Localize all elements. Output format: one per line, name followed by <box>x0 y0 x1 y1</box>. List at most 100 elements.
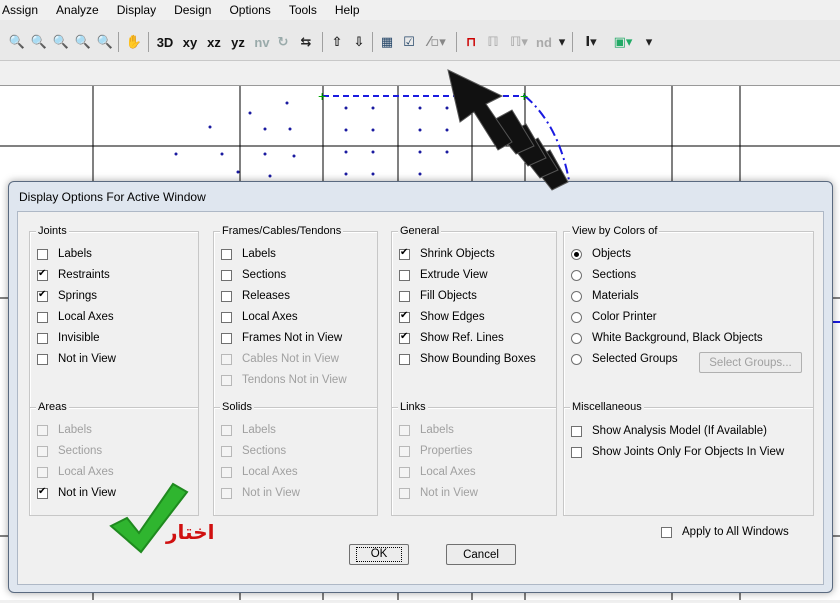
zoom-window-icon[interactable]: 🔍 <box>8 33 26 51</box>
menu-help[interactable]: Help <box>326 0 369 20</box>
general-option-2[interactable]: Fill Objects <box>399 290 477 302</box>
zoom-previous-icon[interactable]: 🔍 <box>30 33 48 51</box>
apply-all-box[interactable] <box>661 526 672 538</box>
menu-tools[interactable]: Tools <box>280 0 326 20</box>
view_by_colors-option-0[interactable]: Objects <box>571 248 631 260</box>
checkbox[interactable] <box>37 268 48 281</box>
option-label: Materials <box>592 290 639 302</box>
perspective-toggle-icon[interactable]: ⇆ <box>296 33 316 51</box>
checkbox[interactable] <box>399 331 410 344</box>
checkbox[interactable] <box>399 310 410 323</box>
frames-option-1[interactable]: Sections <box>221 269 286 281</box>
nd-dropdown-icon[interactable]: ▾ <box>556 33 568 51</box>
view_by_colors-option-2[interactable]: Materials <box>571 290 639 302</box>
frames-option-0[interactable]: Labels <box>221 248 276 260</box>
radio-button[interactable] <box>571 290 582 302</box>
checkbox[interactable] <box>399 269 410 281</box>
radio-button[interactable] <box>571 332 582 344</box>
general-option-5[interactable]: Show Bounding Boxes <box>399 353 536 365</box>
view_by_colors-option-5[interactable]: Selected Groups <box>571 353 678 365</box>
draw-section-icon[interactable]: I▾ <box>578 33 604 51</box>
draw-frames-quick-icon[interactable]: ℿ <box>484 33 502 51</box>
menu-design[interactable]: Design <box>165 0 220 20</box>
checkbox[interactable] <box>571 425 582 437</box>
pan-hand-icon[interactable]: ✋ <box>124 33 144 51</box>
set-display-options-icon[interactable]: ☑ <box>400 33 418 51</box>
checkbox[interactable] <box>221 269 232 281</box>
misc-option-0[interactable]: Show Analysis Model (If Available) <box>571 425 767 437</box>
menu-options[interactable]: Options <box>220 0 279 20</box>
checkbox[interactable] <box>221 290 232 302</box>
joints-option-0[interactable]: Labels <box>37 248 92 260</box>
view_by_colors-option-4[interactable]: White Background, Black Objects <box>571 332 763 344</box>
option-label: Labels <box>58 424 92 436</box>
draw-nd-button[interactable]: nd <box>534 33 554 51</box>
joints-option-4[interactable]: Invisible <box>37 332 100 344</box>
menu-assign[interactable]: Assign <box>0 0 47 20</box>
option-label: Show Joints Only For Objects In View <box>592 446 785 458</box>
links-group-title: Links <box>398 400 428 414</box>
view-nv-button[interactable]: nv <box>252 33 272 51</box>
checkbox[interactable] <box>399 290 410 302</box>
radio-button[interactable] <box>571 269 582 281</box>
checkbox[interactable] <box>221 248 232 260</box>
solids-group-title: Solids <box>220 400 254 414</box>
select-groups-button[interactable]: Select Groups... <box>699 352 802 373</box>
menu-display[interactable]: Display <box>108 0 165 20</box>
view-yz-button[interactable]: yz <box>228 33 248 51</box>
cancel-button[interactable]: Cancel <box>446 544 516 565</box>
checkbox[interactable] <box>37 311 48 323</box>
misc-option-1[interactable]: Show Joints Only For Objects In View <box>571 446 784 458</box>
view_by_colors-option-1[interactable]: Sections <box>571 269 636 281</box>
draw-area-icon[interactable]: ▣▾ <box>608 33 638 51</box>
view-xy-button[interactable]: xy <box>180 33 200 51</box>
general-option-0[interactable]: Shrink Objects <box>399 247 495 260</box>
move-down-icon[interactable]: ⇩ <box>350 33 368 51</box>
draw-braces-icon[interactable]: ℿ▾ <box>506 33 532 51</box>
general-option-3[interactable]: Show Edges <box>399 310 485 323</box>
joints-option-2[interactable]: Springs <box>37 289 97 302</box>
checkbox[interactable] <box>221 311 232 323</box>
solids-option-2: Local Axes <box>221 466 298 478</box>
checkbox[interactable] <box>221 332 232 344</box>
object-shrink-icon[interactable]: ▦ <box>378 33 396 51</box>
joints-option-1[interactable]: Restraints <box>37 268 110 281</box>
joints-option-3[interactable]: Local Axes <box>37 311 114 323</box>
draw-frame-icon[interactable]: ⊓ <box>462 33 480 51</box>
checkbox[interactable] <box>399 353 410 365</box>
ok-button[interactable]: OK <box>349 544 409 565</box>
more-dropdown-icon[interactable]: ▾ <box>642 33 656 51</box>
checkbox[interactable] <box>37 332 48 344</box>
checkbox[interactable] <box>37 289 48 302</box>
radio-button[interactable] <box>571 311 582 323</box>
view-3d-button[interactable]: 3D <box>154 33 176 51</box>
joints-option-5[interactable]: Not in View <box>37 353 116 365</box>
zoom-in-icon[interactable]: 🔍 <box>74 33 92 51</box>
frames-option-2[interactable]: Releases <box>221 290 290 302</box>
checkbox[interactable] <box>37 486 48 499</box>
checkbox[interactable] <box>571 446 582 458</box>
apply-all-windows-checkbox[interactable]: Apply to All Windows <box>661 526 789 538</box>
rotate-view-icon[interactable]: ↻ <box>274 33 292 51</box>
view-xz-button[interactable]: xz <box>204 33 224 51</box>
option-label: Frames Not in View <box>242 332 343 344</box>
radio-button[interactable] <box>571 353 582 365</box>
menu-analyze[interactable]: Analyze <box>47 0 108 20</box>
solids-option-1: Sections <box>221 445 286 457</box>
radio-button[interactable] <box>571 248 582 260</box>
assign-to-view-icon[interactable]: ⁄▫▾ <box>424 33 450 51</box>
move-up-icon[interactable]: ⇧ <box>328 33 346 51</box>
general-option-4[interactable]: Show Ref. Lines <box>399 331 504 344</box>
general-option-1[interactable]: Extrude View <box>399 269 488 281</box>
zoom-out-icon[interactable]: 🔍 <box>96 33 114 51</box>
option-label: Local Axes <box>58 311 114 323</box>
checkbox[interactable] <box>37 248 48 260</box>
frames-option-3[interactable]: Local Axes <box>221 311 298 323</box>
zoom-default-icon[interactable]: 🔍 <box>52 33 70 51</box>
checkbox[interactable] <box>399 247 410 260</box>
checkbox <box>399 466 410 478</box>
frames-option-4[interactable]: Frames Not in View <box>221 332 342 344</box>
checkbox[interactable] <box>37 353 48 365</box>
checkbox <box>399 424 410 436</box>
view_by_colors-option-3[interactable]: Color Printer <box>571 311 657 323</box>
